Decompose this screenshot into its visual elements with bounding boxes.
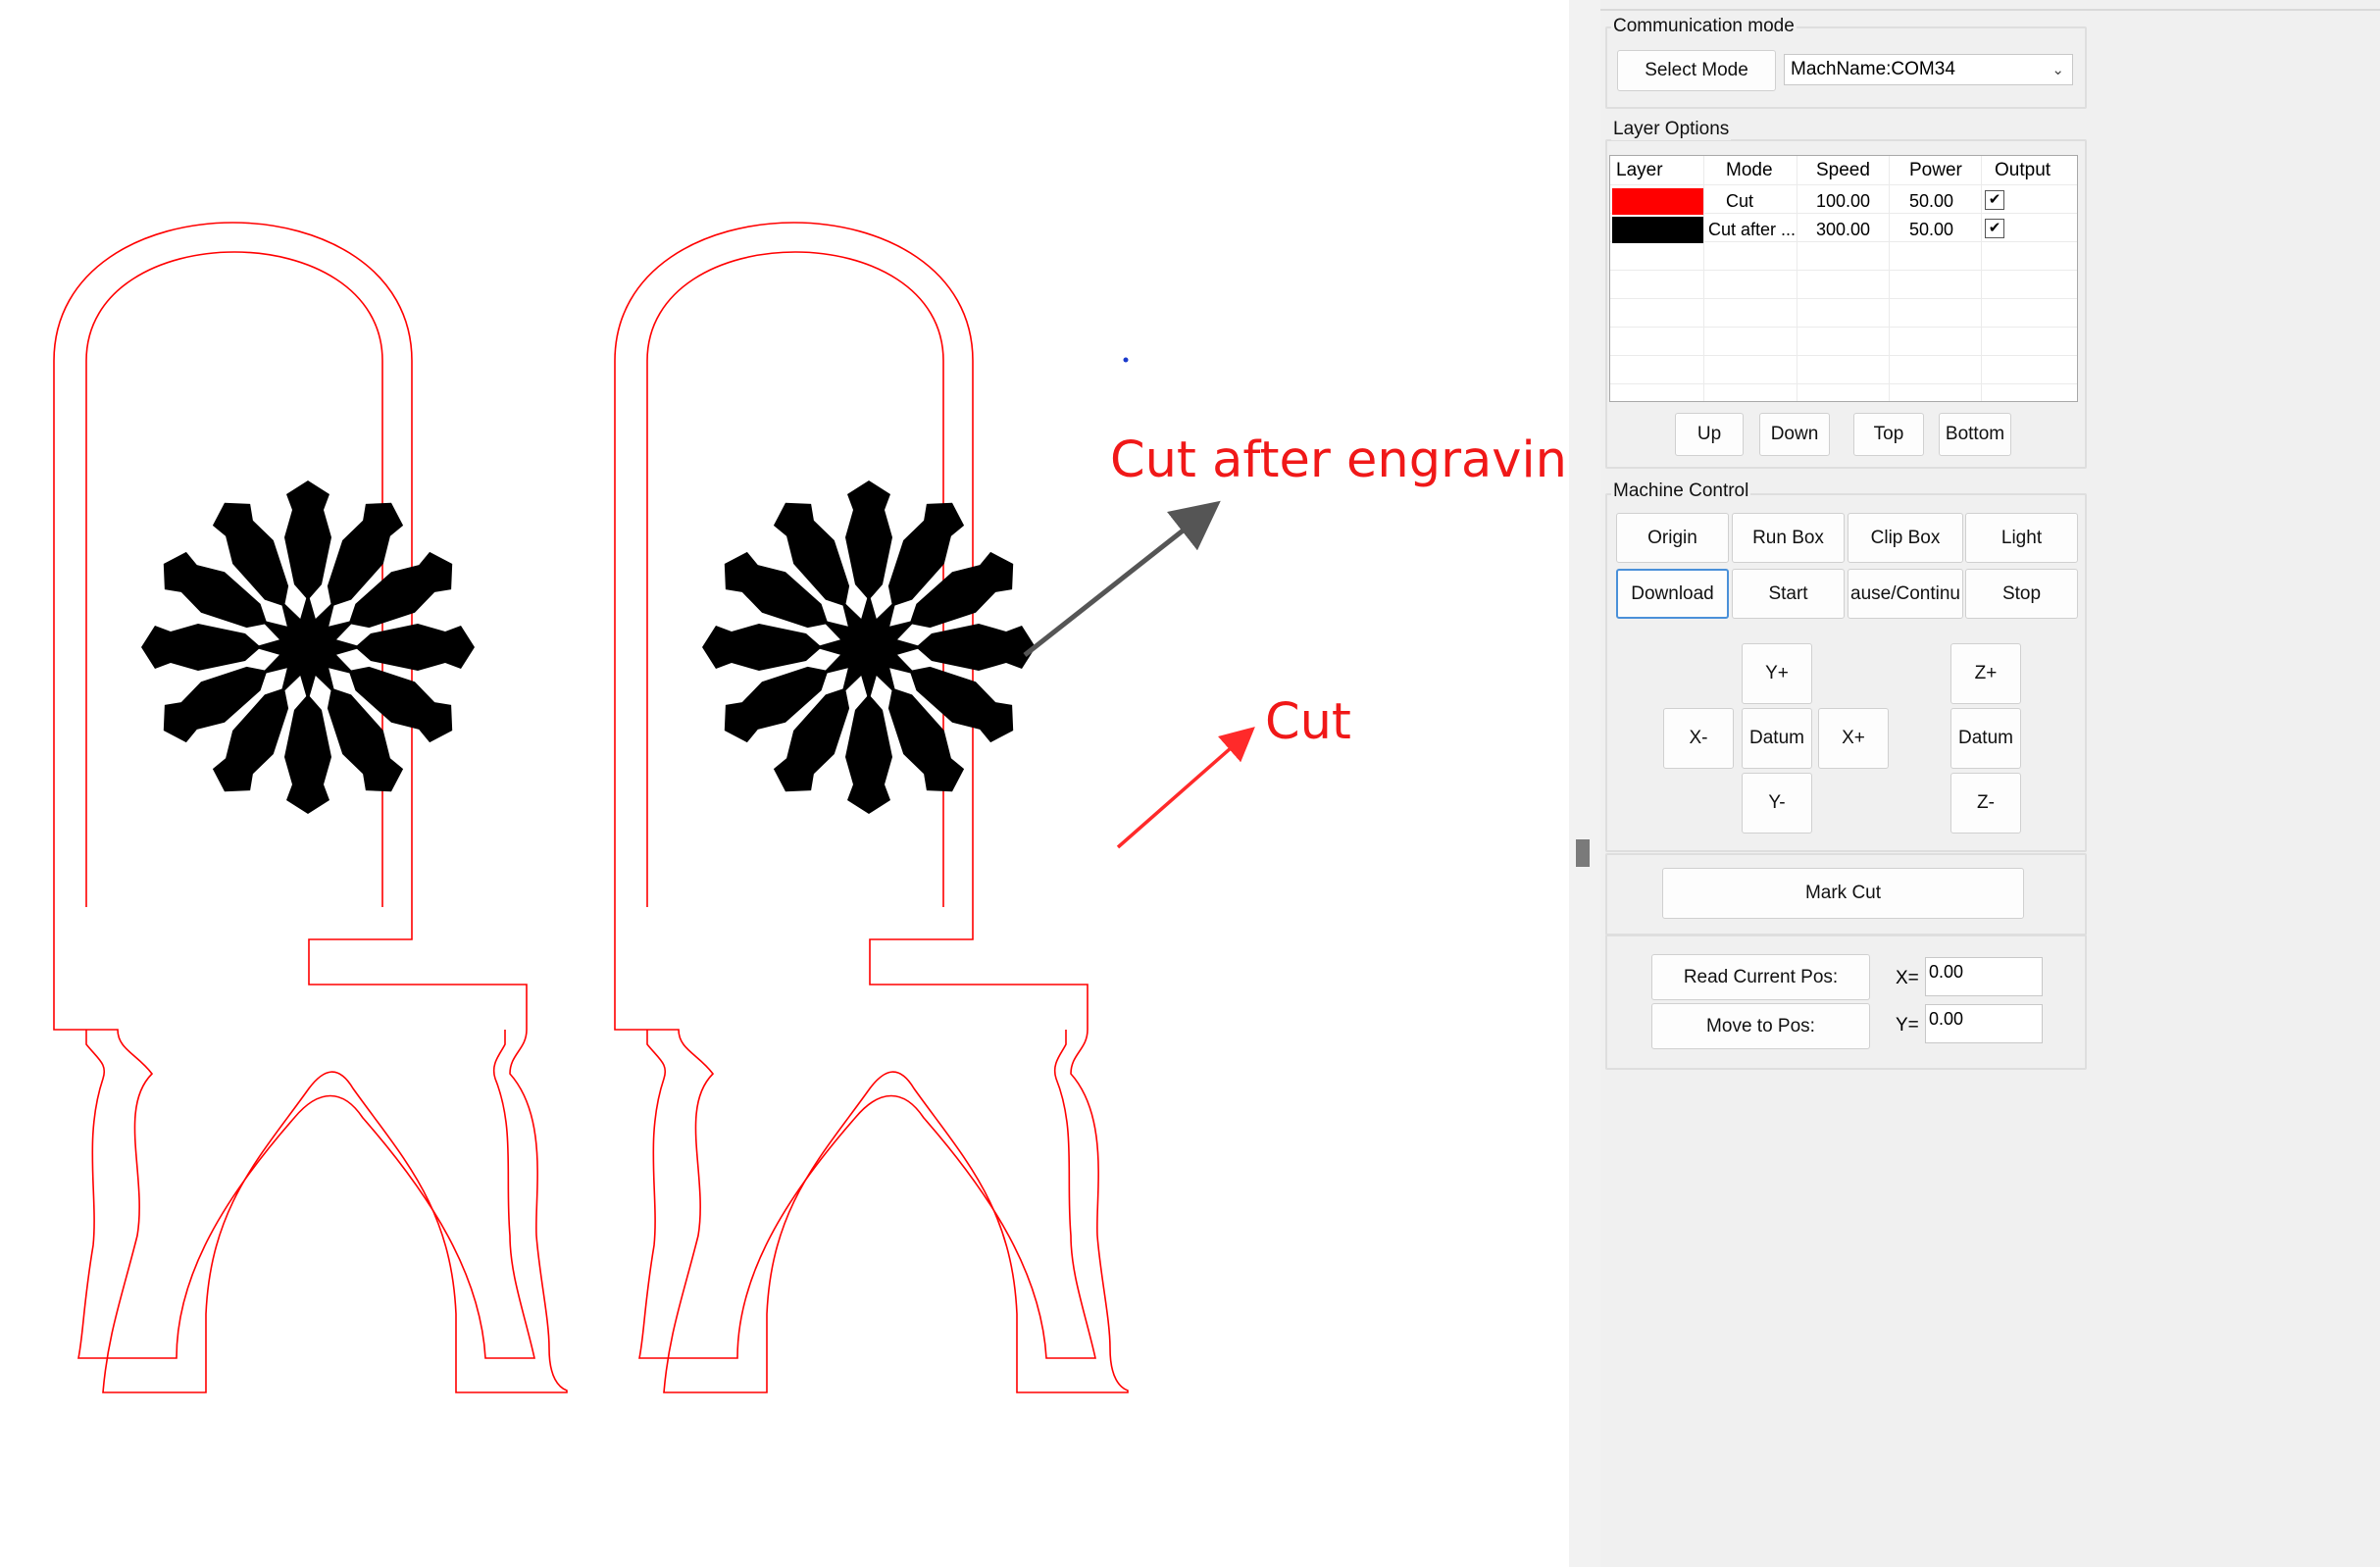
design-drawing	[53, 222, 1255, 1393]
y-label: Y=	[1896, 1015, 1919, 1036]
engrave-rosette-1	[141, 480, 475, 814]
chevron-down-icon: ⌄	[2051, 62, 2064, 78]
run-box-button[interactable]: Run Box	[1732, 513, 1845, 563]
x-position-input[interactable]: 0.00	[1925, 957, 2043, 996]
move-to-pos-button[interactable]: Move to Pos:	[1651, 1003, 1870, 1049]
y-position-input[interactable]: 0.00	[1925, 1004, 2043, 1043]
row1-speed[interactable]: 100.00	[1816, 191, 1870, 212]
origin-marker	[1123, 357, 1129, 363]
row-divider	[1610, 327, 2077, 328]
machine-control-title: Machine Control	[1611, 480, 1751, 502]
layer-color-swatch-black[interactable]	[1612, 217, 1703, 243]
annotation-cut: Cut	[1265, 693, 1351, 751]
communication-mode-title: Communication mode	[1611, 16, 1797, 37]
select-mode-button[interactable]: Select Mode	[1617, 50, 1776, 91]
rosette-petal	[355, 624, 475, 671]
pause-continue-button[interactable]: ause/Continu	[1848, 569, 1963, 619]
layer-top-button[interactable]: Top	[1853, 413, 1924, 456]
col-divider	[1797, 156, 1798, 401]
row-divider	[1610, 383, 2077, 384]
header-output[interactable]: Output	[1995, 160, 2051, 181]
datum-xy-button[interactable]: Datum	[1742, 708, 1812, 769]
rosette-petal	[141, 624, 261, 671]
panel-top-border	[1600, 0, 2380, 11]
jog-x-minus-button[interactable]: X-	[1663, 708, 1734, 769]
read-current-pos-button[interactable]: Read Current Pos:	[1651, 954, 1870, 1000]
rosette-petal	[916, 624, 1036, 671]
row1-output-checkbox[interactable]: ✔	[1985, 190, 2004, 210]
rosette-petal	[845, 480, 892, 600]
rosette-petal	[284, 480, 331, 600]
layer-options-title: Layer Options	[1611, 119, 1732, 140]
machine-select-value: MachName:COM34	[1791, 59, 1955, 79]
jog-y-plus-button[interactable]: Y+	[1742, 643, 1812, 704]
row2-output-checkbox[interactable]: ✔	[1985, 219, 2004, 238]
download-button[interactable]: Download	[1616, 569, 1729, 619]
light-button[interactable]: Light	[1965, 513, 2078, 563]
col-divider	[1889, 156, 1890, 401]
engrave-rosette-2	[702, 480, 1036, 814]
jog-z-minus-button[interactable]: Z-	[1950, 773, 2021, 834]
header-mode[interactable]: Mode	[1726, 160, 1773, 181]
cut-outlines	[53, 222, 1129, 1393]
row-divider	[1610, 298, 2077, 299]
header-power[interactable]: Power	[1909, 160, 1962, 181]
layer-down-button[interactable]: Down	[1759, 413, 1830, 456]
control-panel: Communication mode Select Mode MachName:…	[1600, 0, 2380, 1567]
rosette-center-star	[253, 592, 363, 702]
arrow-cut	[1116, 727, 1255, 849]
col-divider	[1981, 156, 1982, 401]
annotation-cut-after-engraving: Cut after engraving	[1110, 431, 1599, 489]
layer-bottom-button[interactable]: Bottom	[1939, 413, 2011, 456]
stop-button[interactable]: Stop	[1965, 569, 2078, 619]
row-divider	[1610, 355, 2077, 356]
layer-color-swatch-red[interactable]	[1612, 188, 1703, 215]
origin-button[interactable]: Origin	[1616, 513, 1729, 563]
header-speed[interactable]: Speed	[1816, 160, 1870, 181]
row1-power[interactable]: 50.00	[1909, 191, 1953, 212]
mark-cut-button[interactable]: Mark Cut	[1662, 868, 2024, 919]
rosette-petal	[284, 694, 331, 814]
row2-mode[interactable]: Cut after ...	[1708, 220, 1796, 240]
clip-box-button[interactable]: Clip Box	[1848, 513, 1963, 563]
engrave-rosettes	[141, 480, 1036, 814]
jog-z-plus-button[interactable]: Z+	[1950, 643, 2021, 704]
row2-power[interactable]: 50.00	[1909, 220, 1953, 240]
start-button[interactable]: Start	[1732, 569, 1845, 619]
layer-table[interactable]: Layer Mode Speed Power Output Cut 100.00…	[1609, 155, 2078, 402]
row2-speed[interactable]: 300.00	[1816, 220, 1870, 240]
machine-select[interactable]: MachName:COM34 ⌄	[1784, 54, 2073, 85]
row1-mode[interactable]: Cut	[1726, 191, 1753, 212]
rosette-center-star	[814, 592, 924, 702]
row-divider	[1610, 184, 2077, 185]
panel-splitter[interactable]	[1569, 0, 1600, 1567]
arrow-cut-after-engraving	[1023, 500, 1221, 657]
datum-z-button[interactable]: Datum	[1950, 708, 2021, 769]
layer-up-button[interactable]: Up	[1675, 413, 1744, 456]
splitter-handle[interactable]	[1576, 839, 1590, 867]
x-label: X=	[1896, 968, 1919, 988]
rosette-petal	[845, 694, 892, 814]
col-divider	[1703, 156, 1704, 401]
row-divider	[1610, 270, 2077, 271]
header-layer[interactable]: Layer	[1616, 160, 1663, 181]
design-canvas[interactable]: Cut after engraving Cut	[0, 0, 1598, 1567]
jog-x-plus-button[interactable]: X+	[1818, 708, 1889, 769]
jog-y-minus-button[interactable]: Y-	[1742, 773, 1812, 834]
rosette-petal	[702, 624, 822, 671]
